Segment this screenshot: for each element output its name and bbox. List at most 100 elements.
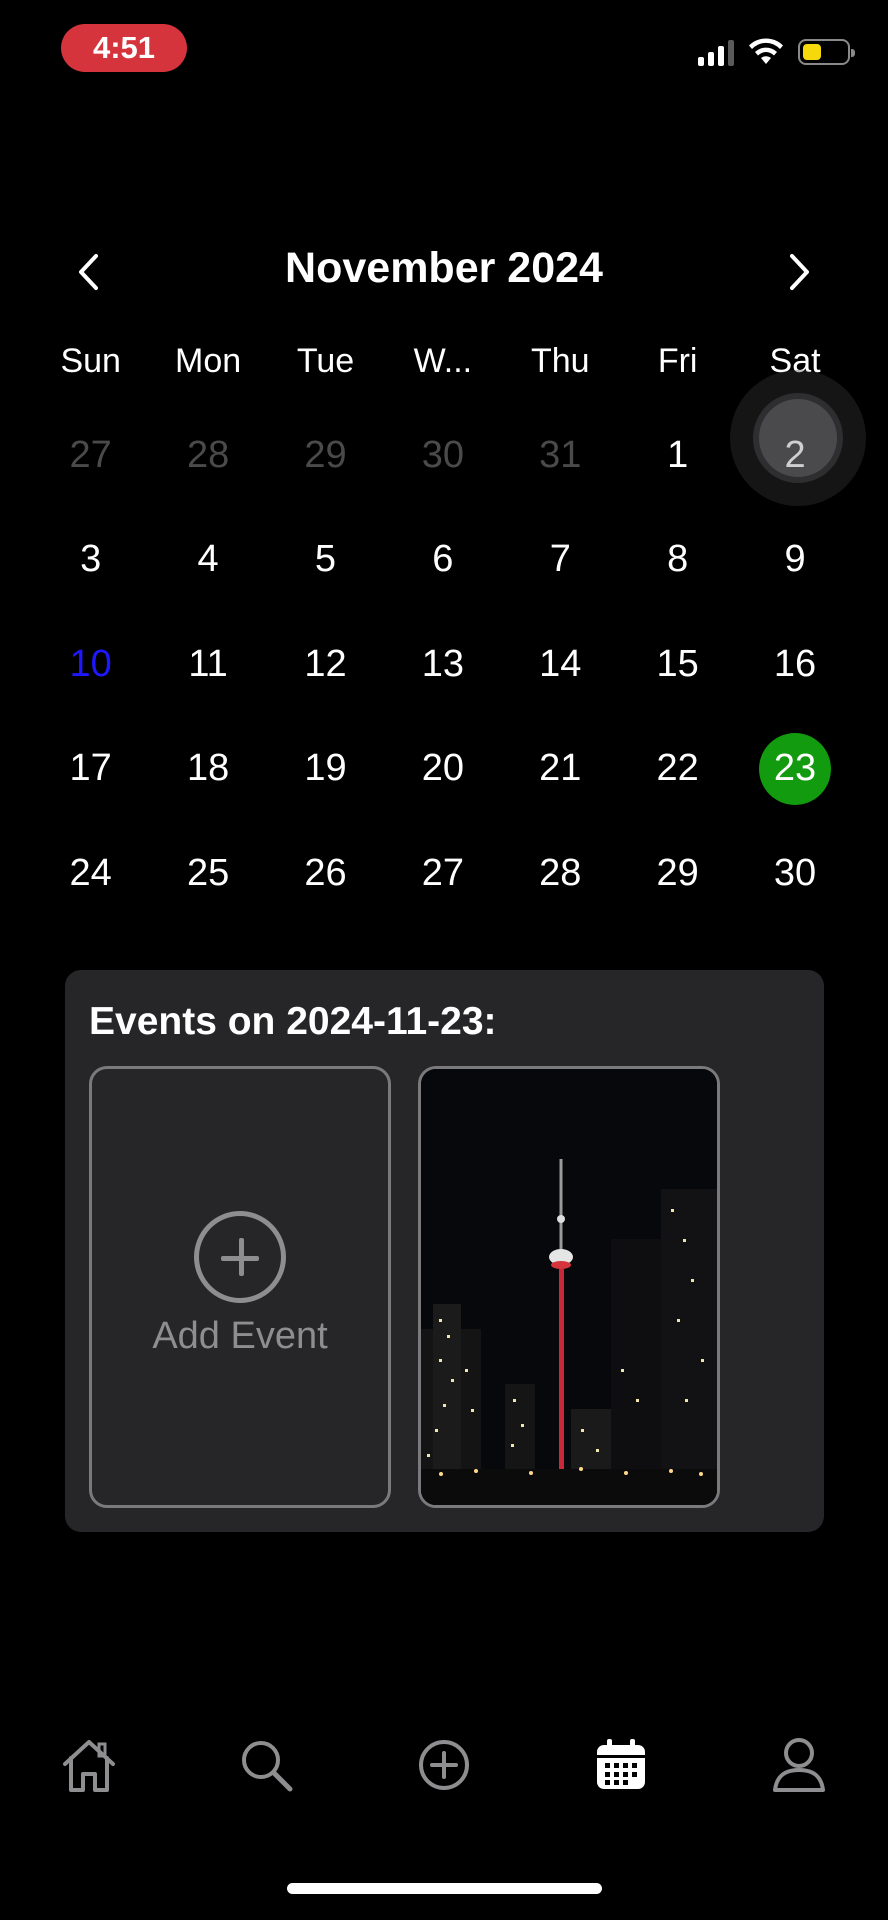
weekday-label: W... <box>413 342 473 380</box>
calendar-day[interactable]: 19 <box>267 717 384 822</box>
calendar-day[interactable]: 29 <box>619 821 736 926</box>
tab-add[interactable] <box>409 1730 479 1800</box>
calendar-day-number: 13 <box>421 642 464 685</box>
calendar-day-number: 24 <box>69 851 112 894</box>
home-indicator <box>287 1883 602 1894</box>
search-icon <box>242 1741 293 1792</box>
calendar-day-number: 6 <box>432 538 454 581</box>
calendar-day[interactable]: 31 <box>502 403 619 508</box>
calendar-day-number: 5 <box>314 538 337 581</box>
calendar-day[interactable]: 27 <box>32 403 149 508</box>
calendar-day-number: 25 <box>186 851 230 894</box>
battery-icon <box>798 39 855 65</box>
add-event-label: Add Event <box>152 1314 328 1357</box>
calendar-day-number: 30 <box>773 851 817 894</box>
calendar-day-number: 3 <box>80 538 102 581</box>
weekday-label: Mon <box>175 342 242 380</box>
calendar-day[interactable]: 27 <box>384 821 501 926</box>
calendar-day-number: 9 <box>784 538 806 581</box>
calendar-day-number: 28 <box>539 851 582 894</box>
home-icon <box>63 1740 115 1792</box>
calendar-day-number: 29 <box>656 851 699 894</box>
calendar-day[interactable]: 30 <box>384 403 501 508</box>
calendar-day[interactable]: 4 <box>149 508 266 613</box>
calendar-day[interactable]: 14 <box>502 612 619 717</box>
calendar-day-number: 30 <box>421 433 464 476</box>
status-icons <box>698 38 855 66</box>
calendar-day-number: 27 <box>69 433 112 476</box>
calendar-day[interactable]: 23 <box>736 717 853 822</box>
weekday-header-row: Sun Mon Tue W... Thu Fri Sat <box>32 342 854 381</box>
calendar-day-number: 17 <box>69 747 112 790</box>
calendar-day[interactable]: 3 <box>32 508 149 613</box>
calendar-day-number: 26 <box>304 851 347 894</box>
calendar-day[interactable]: 25 <box>149 821 266 926</box>
weekday-label: Fri <box>657 342 698 380</box>
calendar-day-number: 29 <box>304 433 347 476</box>
tab-home[interactable] <box>54 1730 124 1800</box>
calendar-day-number: 11 <box>188 642 228 685</box>
calendar-day[interactable]: 30 <box>736 821 853 926</box>
calendar-day[interactable]: 28 <box>149 403 266 508</box>
calendar-day[interactable]: 1 <box>619 403 736 508</box>
calendar-day[interactable]: 5 <box>267 508 384 613</box>
calendar-day[interactable]: 9 <box>736 508 853 613</box>
calendar-day-number: 22 <box>656 747 699 790</box>
calendar-day[interactable]: 11 <box>149 612 266 717</box>
calendar-day[interactable]: 29 <box>267 403 384 508</box>
calendar-day-number: 12 <box>304 642 347 685</box>
calendar-day-number: 27 <box>421 851 464 894</box>
calendar-day[interactable]: 22 <box>619 717 736 822</box>
calendar-day[interactable]: 17 <box>32 717 149 822</box>
calendar-day[interactable]: 6 <box>384 508 501 613</box>
events-title: Events on 2024-11-23: <box>89 1000 497 1043</box>
calendar-day[interactable]: 20 <box>384 717 501 822</box>
calendar-day[interactable]: 18 <box>149 717 266 822</box>
tab-search[interactable] <box>231 1730 301 1800</box>
weekday-label: Thu <box>530 342 590 380</box>
profile-icon <box>773 1738 825 1792</box>
calendar-day[interactable]: 26 <box>267 821 384 926</box>
calendar-day-number: 2 <box>784 433 806 476</box>
calendar-day[interactable]: 24 <box>32 821 149 926</box>
tab-profile[interactable] <box>764 1730 834 1800</box>
weekday-label: Tue <box>296 342 355 380</box>
tab-bar <box>0 1730 888 1800</box>
calendar-day-number: 21 <box>539 747 582 790</box>
calendar-day[interactable]: 7 <box>502 508 619 613</box>
calendar-day-number: 18 <box>186 747 230 790</box>
signal-icon <box>698 38 734 66</box>
tab-calendar[interactable] <box>586 1730 656 1800</box>
calendar-day[interactable]: 8 <box>619 508 736 613</box>
calendar-day-number: 10 <box>69 642 112 685</box>
calendar-day-grid: 27 28 29 30 31 1 2 3 4 5 6 7 8 9 10 11 12 13 14 15 16 17 18 19 2… <box>32 403 854 926</box>
weekday-label: Sun <box>60 342 121 380</box>
calendar-day[interactable]: 21 <box>502 717 619 822</box>
chevron-right-icon <box>790 254 809 290</box>
calendar-icon <box>597 1739 645 1789</box>
event-photo-card[interactable] <box>418 1066 720 1508</box>
add-event-button[interactable]: Add Event <box>89 1066 391 1508</box>
calendar-day[interactable]: 16 <box>736 612 853 717</box>
calendar-day-number: 14 <box>539 642 582 685</box>
calendar-day-number: 28 <box>186 433 230 476</box>
month-title: November 2024 <box>285 244 603 292</box>
add-circle-icon <box>419 1740 469 1790</box>
calendar-day[interactable]: 13 <box>384 612 501 717</box>
plus-circle-icon <box>194 1210 286 1303</box>
calendar-day-number: 1 <box>667 433 689 476</box>
calendar-day-number: 23 <box>759 732 832 805</box>
calendar-day-number: 4 <box>197 538 219 581</box>
city-night-photo <box>421 1069 717 1505</box>
calendar-day-number: 31 <box>539 433 582 476</box>
calendar-day-number: 8 <box>667 538 689 581</box>
calendar-day-number: 20 <box>421 747 464 790</box>
calendar-day[interactable]: 15 <box>619 612 736 717</box>
calendar-day[interactable]: 10 <box>32 612 149 717</box>
calendar-day-number: 19 <box>304 747 347 790</box>
events-panel: Events on 2024-11-23: Add Event <box>65 970 824 1532</box>
calendar-day[interactable]: 12 <box>267 612 384 717</box>
next-month-button[interactable] <box>780 250 820 294</box>
calendar-day[interactable]: 28 <box>502 821 619 926</box>
calendar-day[interactable]: 2 <box>736 403 853 508</box>
